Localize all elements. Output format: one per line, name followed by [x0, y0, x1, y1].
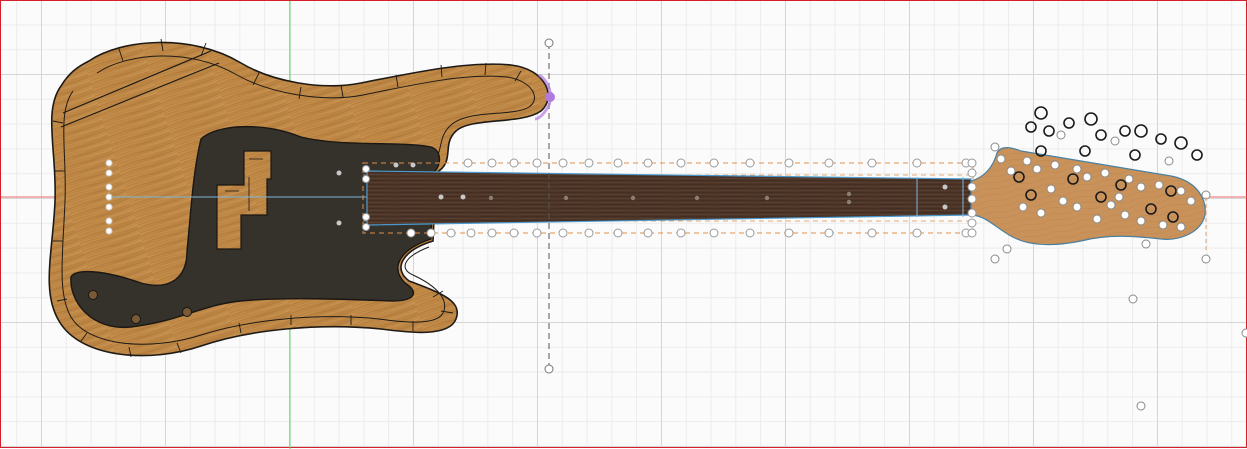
tuner-peg-icon	[1129, 149, 1141, 161]
tuner-peg-icon	[1025, 121, 1037, 133]
fretboard	[366, 170, 972, 226]
tuner-peg-icon	[1155, 133, 1167, 145]
pickguard-screw-icon	[182, 307, 192, 317]
tuner-peg-icon	[1134, 124, 1148, 138]
pickguard-screw-icon	[88, 290, 98, 300]
tuner-peg-icon	[1174, 136, 1188, 150]
tuner-peg-icon	[1191, 149, 1203, 161]
design-canvas[interactable]	[0, 0, 1247, 449]
neck[interactable]	[366, 170, 972, 226]
tuner-peg-icon	[1084, 112, 1098, 126]
tuner-peg-icon	[1043, 125, 1055, 137]
tuner-peg-icon	[1079, 145, 1091, 157]
guide-endpoint-icon[interactable]	[544, 364, 554, 374]
model-viewport[interactable]	[1, 1, 1247, 449]
tuner-peg-icon	[1095, 129, 1107, 141]
tuner-peg-icon	[1119, 125, 1131, 137]
guide-endpoint-icon[interactable]	[544, 38, 554, 48]
pickguard-screw-icon	[131, 314, 141, 324]
tuner-peg-icon	[1063, 117, 1075, 129]
tuner-peg-icon	[1034, 106, 1048, 120]
